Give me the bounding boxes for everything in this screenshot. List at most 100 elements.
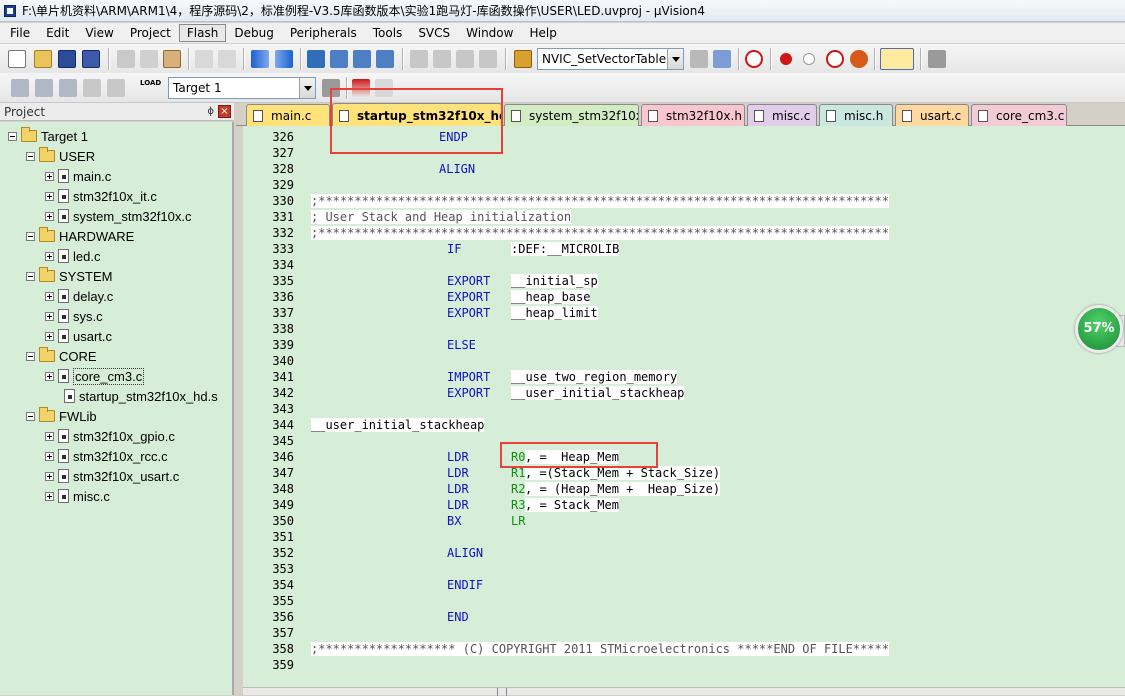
collapse-icon[interactable] xyxy=(26,271,35,281)
tree-file-stm32f10x_rcc-c[interactable]: stm32f10x_rcc.c xyxy=(45,446,168,466)
kill-breakpoints-icon[interactable] xyxy=(850,50,868,68)
build-icon[interactable] xyxy=(35,79,53,97)
collapse-icon[interactable] xyxy=(8,131,17,141)
expand-icon[interactable] xyxy=(45,491,54,501)
tree-file-led-c[interactable]: led.c xyxy=(45,246,100,266)
target-select[interactable]: Target 1 xyxy=(168,77,316,99)
expand-icon[interactable] xyxy=(45,191,54,201)
expand-icon[interactable] xyxy=(45,291,54,301)
incremental-find-icon[interactable] xyxy=(713,50,731,68)
menu-file[interactable]: File xyxy=(2,24,38,42)
collapse-icon[interactable] xyxy=(26,351,35,361)
function-search-combo[interactable]: NVIC_SetVectorTable xyxy=(537,48,684,70)
tree-file-sys-c[interactable]: sys.c xyxy=(45,306,103,326)
tree-file-main-c[interactable]: main.c xyxy=(45,166,111,186)
cut-icon[interactable] xyxy=(117,50,135,68)
code-token: , = (Heap_Mem + Heap_Size) xyxy=(525,482,721,496)
pin-icon[interactable]: ɸ xyxy=(207,106,214,117)
undo-icon[interactable] xyxy=(195,50,213,68)
insert-breakpoint-icon[interactable] xyxy=(780,53,792,65)
stop-build-icon[interactable] xyxy=(107,79,125,97)
expand-icon[interactable] xyxy=(45,431,54,441)
menu-edit[interactable]: Edit xyxy=(38,24,77,42)
expand-icon[interactable] xyxy=(45,171,54,181)
tab-misc-c[interactable]: misc.c xyxy=(747,104,817,126)
download-button[interactable]: LOAD xyxy=(140,79,161,97)
tree-file-misc-c[interactable]: misc.c xyxy=(45,486,110,506)
debug-session-icon[interactable] xyxy=(745,50,763,68)
rebuild-icon[interactable] xyxy=(59,79,77,97)
horizontal-scrollbar[interactable] xyxy=(243,687,1125,696)
bookmark-icon[interactable] xyxy=(307,50,325,68)
menu-view[interactable]: View xyxy=(77,24,121,42)
disable-breakpoints-icon[interactable] xyxy=(826,50,844,68)
tree-file-core_cm3-c[interactable]: core_cm3.c xyxy=(45,366,145,386)
tab-system_stm32f10x-c[interactable]: system_stm32f10x.c xyxy=(504,104,639,126)
chevron-down-icon[interactable] xyxy=(667,49,683,69)
collapse-icon[interactable] xyxy=(26,231,35,241)
close-icon[interactable]: × xyxy=(218,105,231,118)
menu-svcs[interactable]: SVCS xyxy=(410,24,458,42)
find-in-files-icon[interactable] xyxy=(514,50,532,68)
tree-file-stm32f10x_usart-c[interactable]: stm32f10x_usart.c xyxy=(45,466,179,486)
configuration-wrench-icon[interactable] xyxy=(928,50,946,68)
collapse-icon[interactable] xyxy=(26,151,35,161)
tree-group-fwlib[interactable]: FWLib xyxy=(26,406,97,426)
code-editor[interactable]: 326 ENDP 327 328 ALIGN 329 330 ;***************… xyxy=(243,126,1125,687)
tab-core_cm3-c[interactable]: core_cm3.c xyxy=(971,104,1067,126)
menu-tools[interactable]: Tools xyxy=(365,24,411,42)
expand-icon[interactable] xyxy=(45,471,54,481)
tree-file-startup_stm32f10x_hd-s[interactable]: startup_stm32f10x_hd.s xyxy=(64,386,218,406)
tab-main-c[interactable]: main.c xyxy=(246,104,330,126)
tab-usart-c[interactable]: usart.c xyxy=(895,104,969,126)
navigate-back-icon[interactable] xyxy=(251,50,269,68)
window-layout-button[interactable] xyxy=(880,48,914,70)
menu-peripherals[interactable]: Peripherals xyxy=(282,24,365,42)
tree-file-system_stm32f10x-c[interactable]: system_stm32f10x.c xyxy=(45,206,192,226)
enable-breakpoint-icon[interactable] xyxy=(803,53,815,65)
tab-stm32f10x-h[interactable]: stm32f10x.h xyxy=(641,104,745,126)
find-icon[interactable] xyxy=(690,50,708,68)
next-bookmark-icon[interactable] xyxy=(353,50,371,68)
navigate-forward-icon[interactable] xyxy=(275,50,293,68)
chevron-down-icon[interactable] xyxy=(299,78,315,98)
copy-icon[interactable] xyxy=(140,50,158,68)
expand-icon[interactable] xyxy=(45,211,54,221)
expand-icon[interactable] xyxy=(45,451,54,461)
tree-target-root[interactable]: Target 1 xyxy=(8,126,88,146)
tab-misc-h[interactable]: misc.h xyxy=(819,104,893,126)
expand-icon[interactable] xyxy=(45,311,54,321)
expand-icon[interactable] xyxy=(45,251,54,261)
comment-icon[interactable] xyxy=(456,50,474,68)
open-folder-icon[interactable] xyxy=(34,50,52,68)
clear-bookmarks-icon[interactable] xyxy=(376,50,394,68)
tree-file-usart-c[interactable]: usart.c xyxy=(45,326,112,346)
unindent-icon[interactable] xyxy=(433,50,451,68)
tree-file-stm32f10x_gpio-c[interactable]: stm32f10x_gpio.c xyxy=(45,426,175,446)
collapse-icon[interactable] xyxy=(26,411,35,421)
save-all-icon[interactable] xyxy=(82,50,100,68)
menu-help[interactable]: Help xyxy=(521,24,564,42)
tree-group-user[interactable]: USER xyxy=(26,146,95,166)
menu-project[interactable]: Project xyxy=(122,24,179,42)
new-file-icon[interactable] xyxy=(8,50,26,68)
tree-file-stm32f10x_it-c[interactable]: stm32f10x_it.c xyxy=(45,186,157,206)
usage-gauge[interactable]: 57% xyxy=(1075,305,1123,353)
tree-group-core[interactable]: CORE xyxy=(26,346,97,366)
menu-debug[interactable]: Debug xyxy=(226,24,281,42)
prev-bookmark-icon[interactable] xyxy=(330,50,348,68)
batch-build-icon[interactable] xyxy=(83,79,101,97)
tree-group-system[interactable]: SYSTEM xyxy=(26,266,112,286)
expand-icon[interactable] xyxy=(45,371,54,381)
redo-icon[interactable] xyxy=(218,50,236,68)
paste-icon[interactable] xyxy=(163,50,181,68)
indent-icon[interactable] xyxy=(410,50,428,68)
tree-group-hardware[interactable]: HARDWARE xyxy=(26,226,134,246)
compile-icon[interactable] xyxy=(11,79,29,97)
menu-flash[interactable]: Flash xyxy=(178,24,227,42)
menu-window[interactable]: Window xyxy=(458,24,521,42)
uncomment-icon[interactable] xyxy=(479,50,497,68)
tree-file-delay-c[interactable]: delay.c xyxy=(45,286,113,306)
expand-icon[interactable] xyxy=(45,331,54,341)
save-icon[interactable] xyxy=(58,50,76,68)
